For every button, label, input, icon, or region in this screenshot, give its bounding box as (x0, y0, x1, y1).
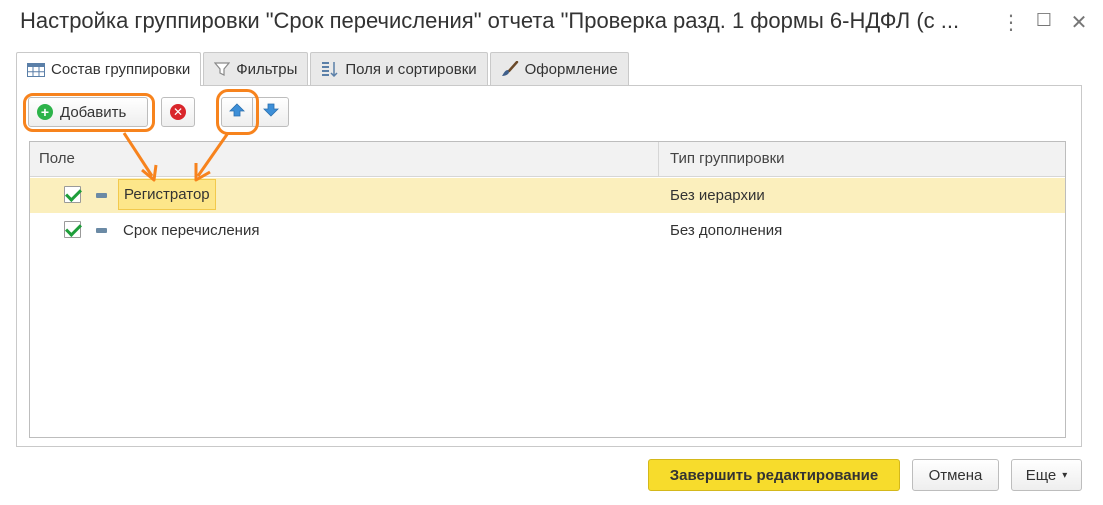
add-button-label: Добавить (60, 103, 127, 121)
grouping-table: Поле Тип группировки Регистратор Без иер… (29, 141, 1066, 438)
title-bar: Настройка группировки "Срок перечисления… (0, 0, 1103, 48)
table-header: Поле Тип группировки (30, 142, 1065, 177)
field-name-cell[interactable]: Срок перечисления (123, 222, 259, 239)
chevron-down-icon: ▾ (1062, 469, 1068, 481)
tab-fields-sorting[interactable]: Поля и сортировки (310, 52, 488, 85)
arrow-up-icon (229, 103, 245, 121)
brush-icon (501, 61, 519, 77)
arrow-down-icon (262, 103, 279, 121)
window-title: Настройка группировки "Срок перечисления… (20, 8, 960, 33)
table-row[interactable]: Регистратор Без иерархии (30, 178, 1065, 213)
row-checkbox[interactable] (64, 221, 81, 238)
tab-label: Оформление (524, 60, 618, 78)
grouping-type-cell[interactable]: Без иерархии (670, 187, 765, 204)
filter-icon (214, 61, 231, 77)
tab-label: Фильтры (236, 60, 298, 78)
delete-x-icon: ✕ (170, 104, 186, 120)
grouping-type-cell[interactable]: Без дополнения (670, 222, 782, 239)
add-button[interactable]: + Добавить (28, 97, 148, 127)
table-icon (27, 62, 45, 77)
field-type-icon (96, 228, 107, 233)
cancel-button[interactable]: Отмена (912, 459, 999, 491)
table-row[interactable]: Срок перечисления Без дополнения (30, 213, 1065, 248)
finish-editing-button[interactable]: Завершить редактирование (648, 459, 900, 491)
close-icon[interactable]: ✕ (1068, 10, 1090, 35)
move-down-button[interactable] (252, 97, 289, 127)
tab-filters[interactable]: Фильтры (203, 52, 309, 85)
tab-label: Поля и сортировки (345, 60, 477, 78)
maximize-icon[interactable]: ☐ (1033, 10, 1055, 31)
tab-bar: Состав группировки Фильтры Поля и сортир… (16, 52, 631, 86)
field-type-icon (96, 193, 107, 198)
row-checkbox[interactable] (64, 186, 81, 203)
move-up-button[interactable] (221, 97, 253, 127)
delete-button[interactable]: ✕ (161, 97, 195, 127)
column-header-field[interactable]: Поле (39, 150, 75, 167)
column-header-grouping-type[interactable]: Тип группировки (670, 150, 785, 167)
more-options-icon[interactable]: ⋮ (999, 10, 1021, 35)
column-divider (658, 142, 659, 177)
more-button-label: Еще (1025, 466, 1057, 484)
fields-sort-icon (321, 61, 339, 77)
plus-circle-icon: + (37, 104, 53, 120)
tab-grouping-composition[interactable]: Состав группировки (16, 52, 202, 86)
tab-appearance[interactable]: Оформление (489, 52, 629, 85)
field-name-cell[interactable]: Регистратор (118, 179, 216, 210)
more-menu-button[interactable]: Еще ▾ (1011, 459, 1082, 491)
tab-label: Состав группировки (51, 61, 191, 78)
